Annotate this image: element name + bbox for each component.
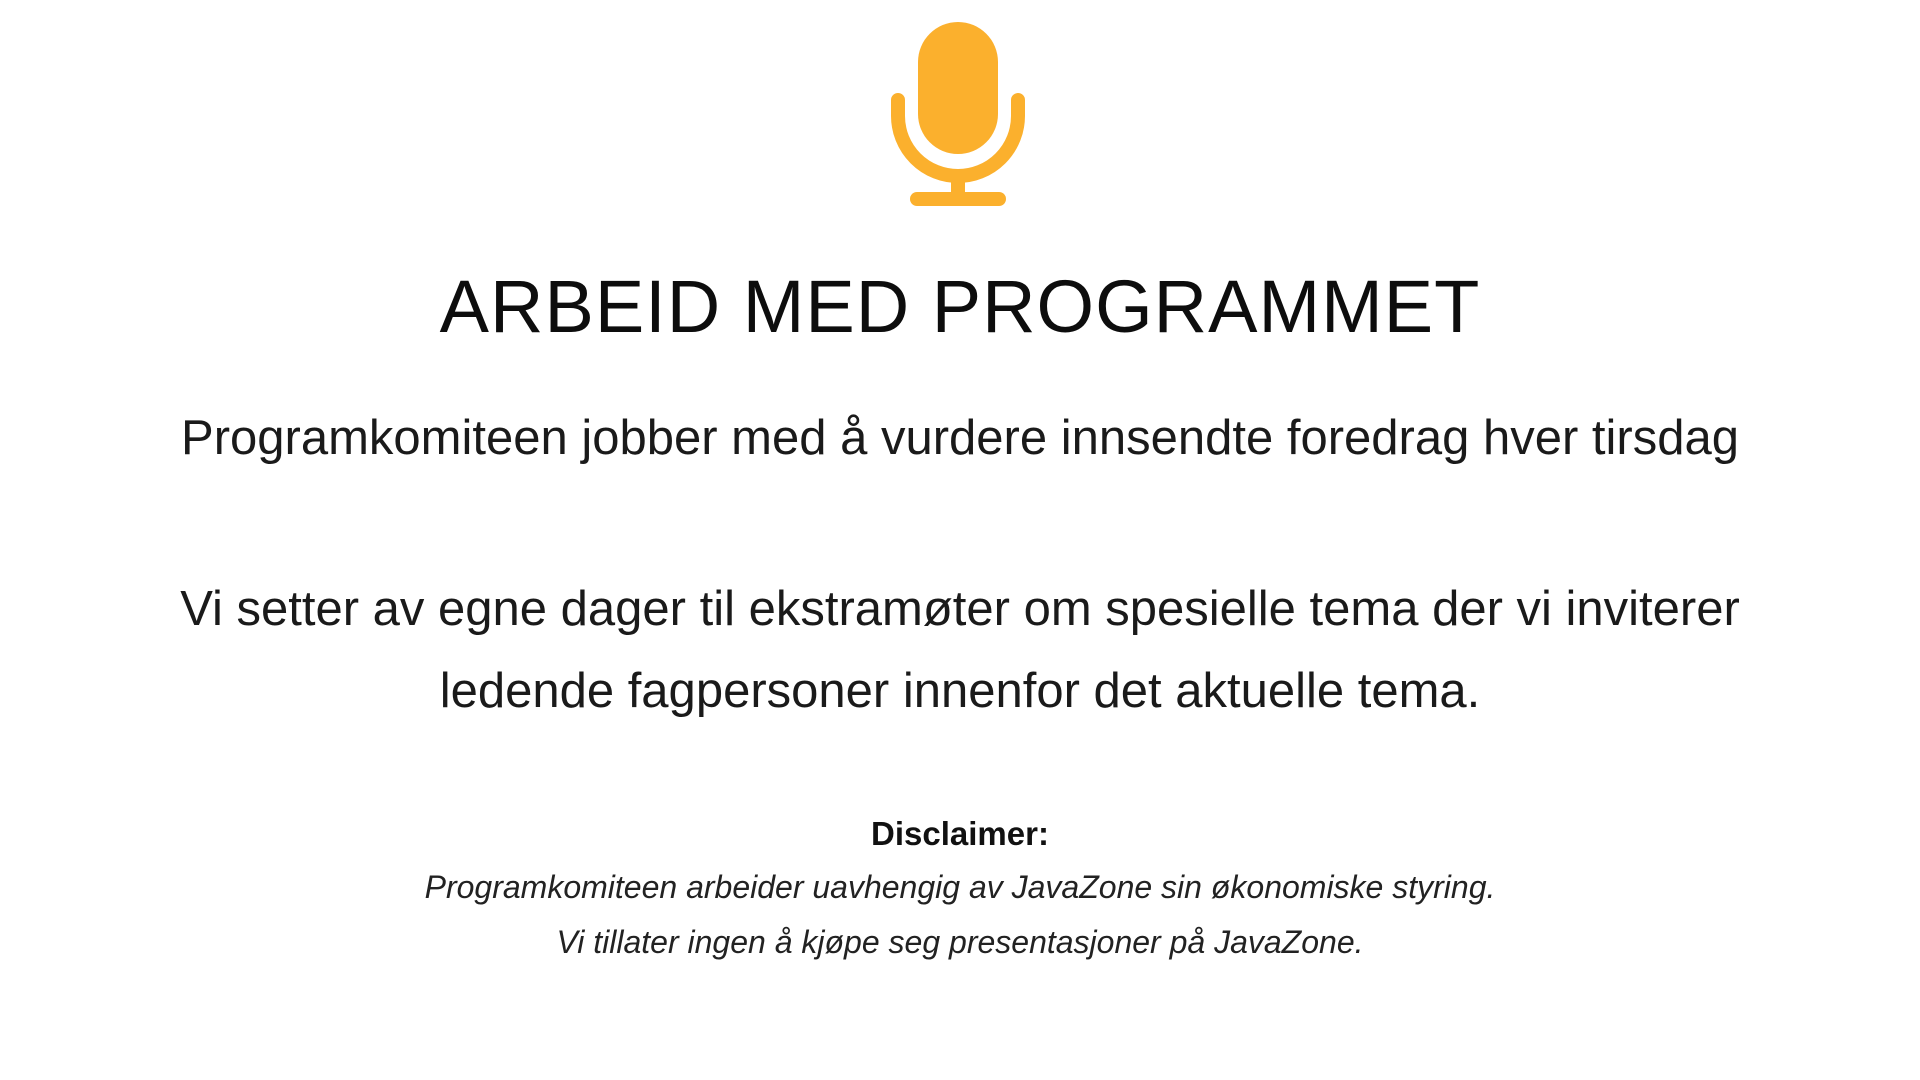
extra-meetings-line-1: Vi setter av egne dager til ekstramøter …: [180, 582, 1740, 636]
program-info-page: ARBEID MED PROGRAMMET Programkomiteen jo…: [0, 0, 1920, 1080]
microphone-icon: [888, 20, 1028, 210]
disclaimer-title: Disclaimer:: [871, 815, 1049, 852]
schedule-paragraph: Programkomiteen jobber med å vurdere inn…: [181, 411, 1739, 465]
extra-meetings-line-2: ledende fagpersoner innenfor det aktuell…: [439, 664, 1481, 718]
page-title: ARBEID MED PROGRAMMET: [439, 265, 1481, 348]
extra-meetings-paragraph: Vi setter av egne dager til ekstramøter …: [0, 568, 1920, 732]
disclaimer-section: Disclaimer: Programkomiteen arbeider uav…: [0, 808, 1920, 970]
disclaimer-line-1: Programkomiteen arbeider uavhengig av Ja…: [424, 869, 1496, 905]
disclaimer-line-2: Vi tillater ingen å kjøpe seg presentasj…: [556, 924, 1364, 960]
